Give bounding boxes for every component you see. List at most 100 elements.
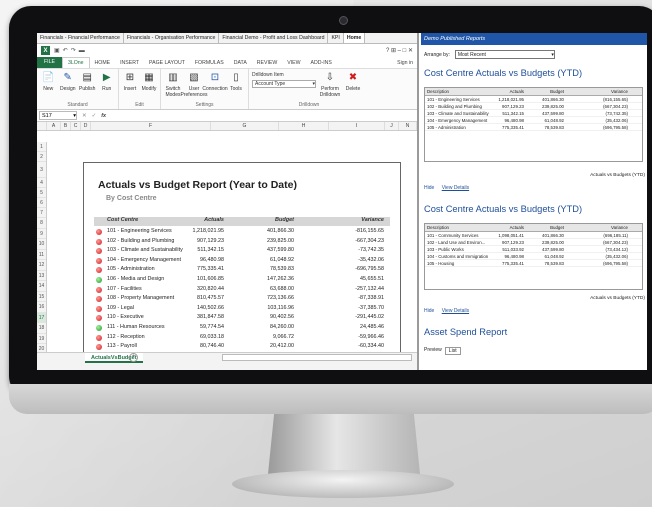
column-header[interactable]: N: [399, 122, 417, 130]
tab-page-layout[interactable]: PAGE LAYOUT: [144, 60, 190, 66]
horizontal-scrollbar[interactable]: [222, 354, 412, 361]
tab-3lone[interactable]: 3LOne: [61, 57, 90, 68]
table-row[interactable]: 101 - Community Services 1,098,051.41 401,…: [425, 232, 642, 239]
browser-tab[interactable]: Financial Demo - Profit and Loss Dashboa…: [219, 33, 329, 43]
perform-drilldown-button[interactable]: ⇩ Perform Drilldown: [319, 71, 341, 99]
table-row[interactable]: 104 - Emergency Management 96,480.98 61,04…: [425, 117, 642, 124]
table-row[interactable]: 102 - Land Use and Environ... 907,129.23 2…: [425, 239, 642, 246]
widget-1-title[interactable]: Cost Centre Actuals vs Budgets (YTD): [424, 68, 582, 78]
tab-view[interactable]: VIEW: [282, 60, 305, 66]
tab-insert[interactable]: INSERT: [115, 60, 144, 66]
row-header[interactable]: 19: [37, 334, 46, 344]
widget-2-view-details-link[interactable]: View Details: [442, 308, 469, 314]
sign-in-link[interactable]: Sign in: [392, 60, 417, 66]
new-button[interactable]: 📄 New: [40, 71, 57, 93]
column-header[interactable]: A: [47, 122, 61, 130]
widget-2-title[interactable]: Cost Centre Actuals vs Budgets (YTD): [424, 204, 582, 214]
add-sheet-icon[interactable]: +: [129, 353, 138, 362]
column-header[interactable]: B: [61, 122, 71, 130]
table-row[interactable]: 101 - Engineering Services 1,218,021.95 40…: [94, 227, 390, 237]
column-header[interactable]: J: [385, 122, 399, 130]
row-header[interactable]: 11: [37, 250, 46, 260]
table-row[interactable]: 103 - Climate and Sustainability 511,342.…: [94, 246, 390, 256]
undo-icon[interactable]: ↶: [63, 47, 68, 54]
asset-preview-label[interactable]: Preview: [424, 347, 442, 355]
table-row[interactable]: 102 - Building and Plumbing 907,129.23 239…: [94, 237, 390, 247]
switch-modes-button[interactable]: ▥ Switch Modes: [164, 71, 182, 99]
folder-icon[interactable]: ▬: [79, 48, 85, 54]
row-header[interactable]: 8: [37, 218, 46, 229]
row-header[interactable]: 12: [37, 260, 46, 271]
tab-addins[interactable]: ADD-INS: [306, 60, 337, 66]
row-header[interactable]: 5: [37, 188, 46, 198]
delete-button[interactable]: ✖ Delete: [344, 71, 362, 93]
table-row[interactable]: 105 - Housing 775,335.41 78,539.83 (696,795…: [425, 260, 642, 267]
table-row[interactable]: 104 - Emergency Management 96,480.98 61,04…: [94, 256, 390, 266]
window-controls[interactable]: ? ⊞ – □ ✕: [386, 47, 413, 54]
table-row[interactable]: 103 - Climate and Sustainability 511,342.…: [425, 110, 642, 117]
row-header[interactable]: 10: [37, 239, 46, 250]
drilldown-item-dropdown[interactable]: Account Type ▾: [252, 80, 316, 88]
row-header[interactable]: 6: [37, 198, 46, 208]
cancel-icon[interactable]: ✕: [82, 113, 87, 119]
table-row[interactable]: 109 - Legal 140,502.66 103,116.96 -37,385.7…: [94, 304, 390, 314]
table-row[interactable]: 108 - Property Management 810,475.57 723,1…: [94, 294, 390, 304]
redo-icon[interactable]: ↷: [71, 47, 76, 54]
asset-list-tab[interactable]: List: [444, 347, 461, 355]
name-box[interactable]: S17 ▾: [39, 111, 77, 120]
tab-review[interactable]: REVIEW: [252, 60, 282, 66]
tools-button[interactable]: ▯ Tools: [227, 71, 245, 93]
save-icon[interactable]: ▣: [54, 47, 60, 54]
column-header[interactable]: C: [71, 122, 81, 130]
table-row[interactable]: 101 - Engineering Services 1,218,021.95 40…: [425, 96, 642, 103]
row-header[interactable]: 14: [37, 281, 46, 292]
row-header[interactable]: 3: [37, 162, 46, 178]
browser-tab[interactable]: Financials - Organisation Performance: [124, 33, 220, 43]
row-header[interactable]: 2: [37, 152, 46, 162]
select-all-corner[interactable]: [37, 122, 47, 130]
tab-file[interactable]: FILE: [37, 57, 62, 68]
table-row[interactable]: 106 - Media and Design 101,606.85 147,262.…: [94, 275, 390, 285]
browser-tab[interactable]: Financials - Financial Performance: [37, 33, 124, 43]
table-row[interactable]: 105 - Administration 775,335.41 78,539.83 (…: [425, 124, 642, 131]
modify-button[interactable]: ▦ Modify: [141, 71, 157, 93]
confirm-icon[interactable]: ✓: [92, 113, 97, 119]
asset-spend-title[interactable]: Asset Spend Report: [424, 327, 507, 337]
tab-formulas[interactable]: FORMULAS: [190, 60, 229, 66]
row-header[interactable]: 20: [37, 344, 46, 352]
design-button[interactable]: ✎ Design: [60, 71, 77, 93]
column-header[interactable]: G: [211, 122, 279, 130]
row-header[interactable]: 16: [37, 302, 46, 313]
browser-tab[interactable]: Home: [343, 33, 366, 43]
table-row[interactable]: 102 - Building and Plumbing 907,129.23 239…: [425, 103, 642, 110]
row-header[interactable]: 18: [37, 323, 46, 334]
table-row[interactable]: 112 - Reception 69,033.18 9,066.72 -59,966.…: [94, 333, 390, 343]
row-header[interactable]: 17: [37, 312, 46, 323]
table-row[interactable]: 103 - Public Works 511,033.92 437,599.80 (7…: [425, 246, 642, 253]
row-header[interactable]: 7: [37, 208, 46, 218]
insert-button[interactable]: ⊞ Insert: [122, 71, 138, 93]
widget-1-hide-link[interactable]: Hide: [424, 185, 434, 191]
row-header[interactable]: 9: [37, 229, 46, 239]
row-header[interactable]: 13: [37, 271, 46, 281]
column-header[interactable]: F: [91, 122, 211, 130]
table-row[interactable]: 105 - Administration 775,335.41 78,539.83 -…: [94, 265, 390, 275]
column-header[interactable]: I: [329, 122, 385, 130]
user-preferences-button[interactable]: ▧ User Preferences: [181, 71, 208, 99]
column-header[interactable]: D: [81, 122, 91, 130]
row-header[interactable]: 1: [37, 142, 46, 152]
publish-button[interactable]: ▤ Publish: [79, 71, 96, 93]
table-row[interactable]: 113 - Payroll 80,746.40 20,412.00 -60,334.4…: [94, 342, 390, 352]
row-header[interactable]: 4: [37, 178, 46, 188]
widget-2-hide-link[interactable]: Hide: [424, 308, 434, 314]
widget-1-view-details-link[interactable]: View Details: [442, 185, 469, 191]
column-header[interactable]: H: [279, 122, 329, 130]
table-row[interactable]: 107 - Facilities 320,820.44 63,688.00 -257,…: [94, 285, 390, 295]
run-button[interactable]: ▶ Run: [99, 71, 116, 93]
insert-function-icon[interactable]: fx: [101, 113, 106, 119]
table-row[interactable]: 104 - Customs and Immigration 96,480.98 61…: [425, 253, 642, 260]
table-row[interactable]: 110 - Executive 381,847.58 90,402.56 -291,4…: [94, 313, 390, 323]
arrange-dropdown[interactable]: Most Recent ▾: [454, 50, 555, 59]
browser-tab[interactable]: KPI: [328, 33, 344, 43]
tab-data[interactable]: DATA: [229, 60, 252, 66]
